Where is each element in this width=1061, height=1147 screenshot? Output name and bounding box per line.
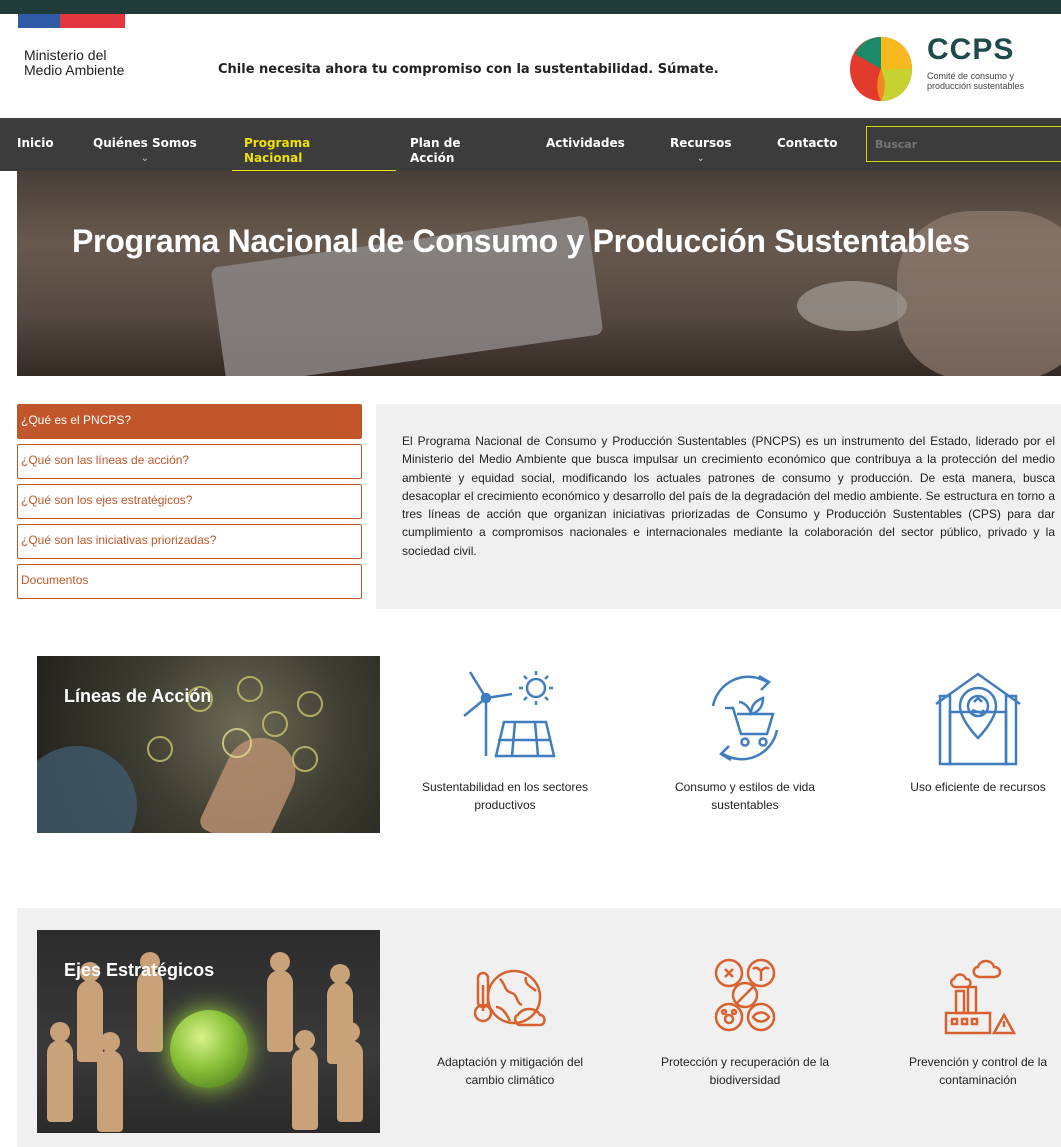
wind-solar-icon <box>463 671 556 758</box>
intro-text: El Programa Nacional de Consumo y Produc… <box>376 404 1061 609</box>
card-image-sleeve <box>37 746 137 833</box>
ccps-subtitle: Comité de consumo y producción sustentab… <box>927 71 1025 91</box>
nav-plan-de-accion[interactable]: Plan de Acción <box>410 136 490 166</box>
ccps-logo-icon[interactable] <box>846 34 916 104</box>
nav-actividades[interactable]: Actividades <box>546 136 625 151</box>
page-title: Programa Nacional de Consumo y Producció… <box>72 223 970 259</box>
header-tagline: Chile necesita ahora tu compromiso con l… <box>218 62 719 77</box>
nav-quienes-somos[interactable]: Quiénes Somos ⌄ <box>93 136 197 166</box>
nav-contacto[interactable]: Contacto <box>777 136 838 151</box>
eco-circle-icon <box>297 691 323 717</box>
feature-label: Prevención y control de la contaminación <box>908 1055 1048 1087</box>
feature-consumo[interactable]: Consumo y estilos de vida sustentables <box>660 668 830 814</box>
nav-recursos[interactable]: Recursos ⌄ <box>670 136 731 166</box>
feature-label: Uso eficiente de recursos <box>910 780 1046 794</box>
government-flag-stripe <box>18 14 125 28</box>
eco-circle-icon <box>292 746 318 772</box>
eco-circle-icon <box>222 728 252 758</box>
factory-pollution-icon <box>944 959 1017 1035</box>
ejes-estrategicos-title: Ejes Estratégicos <box>64 960 215 980</box>
side-menu-documentos[interactable]: Documentos <box>17 564 362 599</box>
lineas-accion-title: Líneas de Acción <box>64 686 212 706</box>
hero-overlay <box>17 171 1061 376</box>
feature-uso-eficiente[interactable]: Uso eficiente de recursos <box>895 668 1061 796</box>
feature-label: Sustentabilidad en los sectores producti… <box>421 780 589 812</box>
wooden-figure <box>267 952 293 1052</box>
wooden-figure <box>47 1022 73 1122</box>
nav-inicio[interactable]: Inicio <box>17 136 54 151</box>
wooden-figure <box>292 1030 318 1130</box>
feature-label: Protección y recuperación de la biodiver… <box>660 1055 830 1087</box>
side-menu: ¿Qué es el PNCPS? ¿Qué son las líneas de… <box>17 404 362 604</box>
search-input[interactable] <box>867 127 1061 161</box>
feature-label: Adaptación y mitigación del cambio climá… <box>436 1055 584 1087</box>
search-box[interactable] <box>866 126 1061 162</box>
chevron-down-icon[interactable]: ⌄ <box>670 151 731 166</box>
feature-adaptacion[interactable]: Adaptación y mitigación del cambio climá… <box>420 955 600 1089</box>
cart-cycle-icon <box>711 674 779 762</box>
wooden-figure <box>77 962 103 1062</box>
nav-programa-nacional[interactable]: Programa Nacional <box>244 136 344 166</box>
green-globe-image <box>170 1010 248 1088</box>
eco-circle-icon <box>147 736 173 762</box>
wooden-figure <box>137 952 163 1052</box>
side-menu-que-es-pncps[interactable]: ¿Qué es el PNCPS? <box>17 404 362 439</box>
nav-quienes-somos-label: Quiénes Somos <box>93 136 197 150</box>
wooden-figure <box>97 1032 123 1132</box>
eco-circle-icon <box>262 711 288 737</box>
house-recycle-icon <box>935 672 1021 766</box>
top-bar <box>0 0 1061 14</box>
biodiversity-icon <box>714 958 776 1032</box>
feature-biodiversidad[interactable]: Protección y recuperación de la biodiver… <box>650 955 840 1089</box>
lineas-accion-card[interactable]: Líneas de Acción <box>37 656 380 833</box>
eco-circle-icon <box>237 676 263 702</box>
feature-contaminacion[interactable]: Prevención y control de la contaminación <box>895 955 1061 1089</box>
ministry-logo-text[interactable]: Ministerio del Medio Ambiente <box>24 48 144 78</box>
chevron-down-icon[interactable]: ⌄ <box>93 151 197 166</box>
wooden-figure <box>337 1022 363 1122</box>
feature-label: Consumo y estilos de vida sustentables <box>674 780 816 812</box>
climate-globe-icon <box>473 969 546 1027</box>
card-image-hand <box>197 726 307 833</box>
ejes-estrategicos-card[interactable]: Ejes Estratégicos <box>37 930 380 1133</box>
side-menu-lineas-accion[interactable]: ¿Qué son las líneas de acción? <box>17 444 362 479</box>
nav-recursos-label: Recursos <box>670 136 732 150</box>
side-menu-ejes-estrategicos[interactable]: ¿Qué son los ejes estratégicos? <box>17 484 362 519</box>
hero-banner: Programa Nacional de Consumo y Producció… <box>17 171 1061 376</box>
side-menu-iniciativas-priorizadas[interactable]: ¿Qué son las iniciativas priorizadas? <box>17 524 362 559</box>
ccps-title: CCPS <box>927 33 1015 66</box>
feature-sustentabilidad[interactable]: Sustentabilidad en los sectores producti… <box>420 668 590 814</box>
